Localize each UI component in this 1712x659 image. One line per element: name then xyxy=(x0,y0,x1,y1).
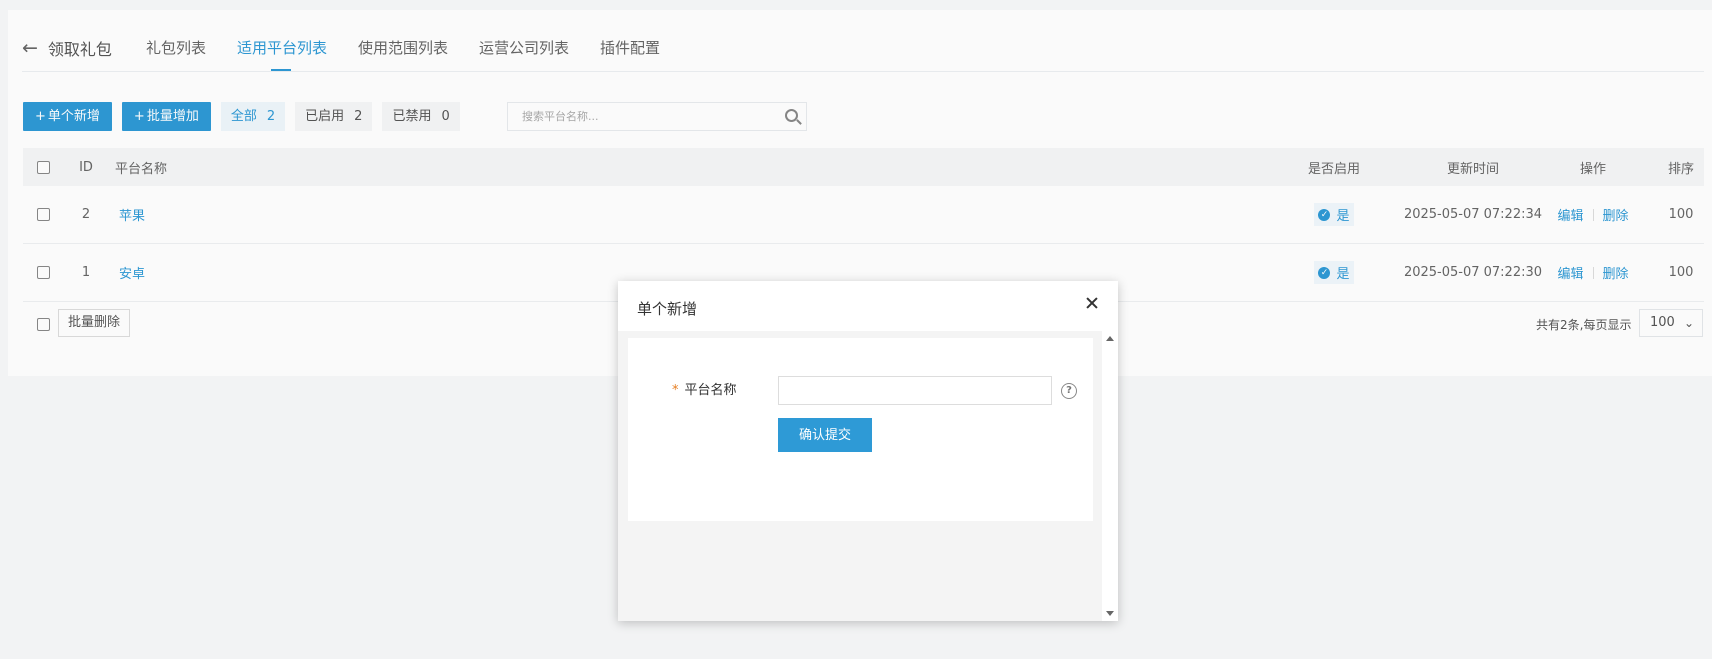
required-mark: * xyxy=(672,383,679,398)
dialog-scrollbar[interactable] xyxy=(1102,331,1118,621)
platform-name-input[interactable] xyxy=(778,376,1052,405)
add-single-dialog: 单个新增 * 平台名称 ? 确认提交 xyxy=(618,281,1118,621)
dialog-header: 单个新增 xyxy=(618,281,1118,331)
scroll-up-arrow-icon[interactable] xyxy=(1106,336,1114,341)
help-icon[interactable]: ? xyxy=(1061,383,1077,399)
platform-name-label: * 平台名称 xyxy=(672,379,737,398)
submit-button[interactable]: 确认提交 xyxy=(778,418,872,452)
dialog-title: 单个新增 xyxy=(637,300,698,318)
platform-name-label-text: 平台名称 xyxy=(684,383,737,398)
page: ← 领取礼包 礼包列表 适用平台列表 使用范围列表 运营公司列表 插件配置 + 单… xyxy=(0,0,1712,659)
scroll-down-arrow-icon[interactable] xyxy=(1106,611,1114,616)
dialog-body: * 平台名称 ? 确认提交 xyxy=(628,338,1093,521)
close-icon[interactable] xyxy=(1082,293,1102,313)
